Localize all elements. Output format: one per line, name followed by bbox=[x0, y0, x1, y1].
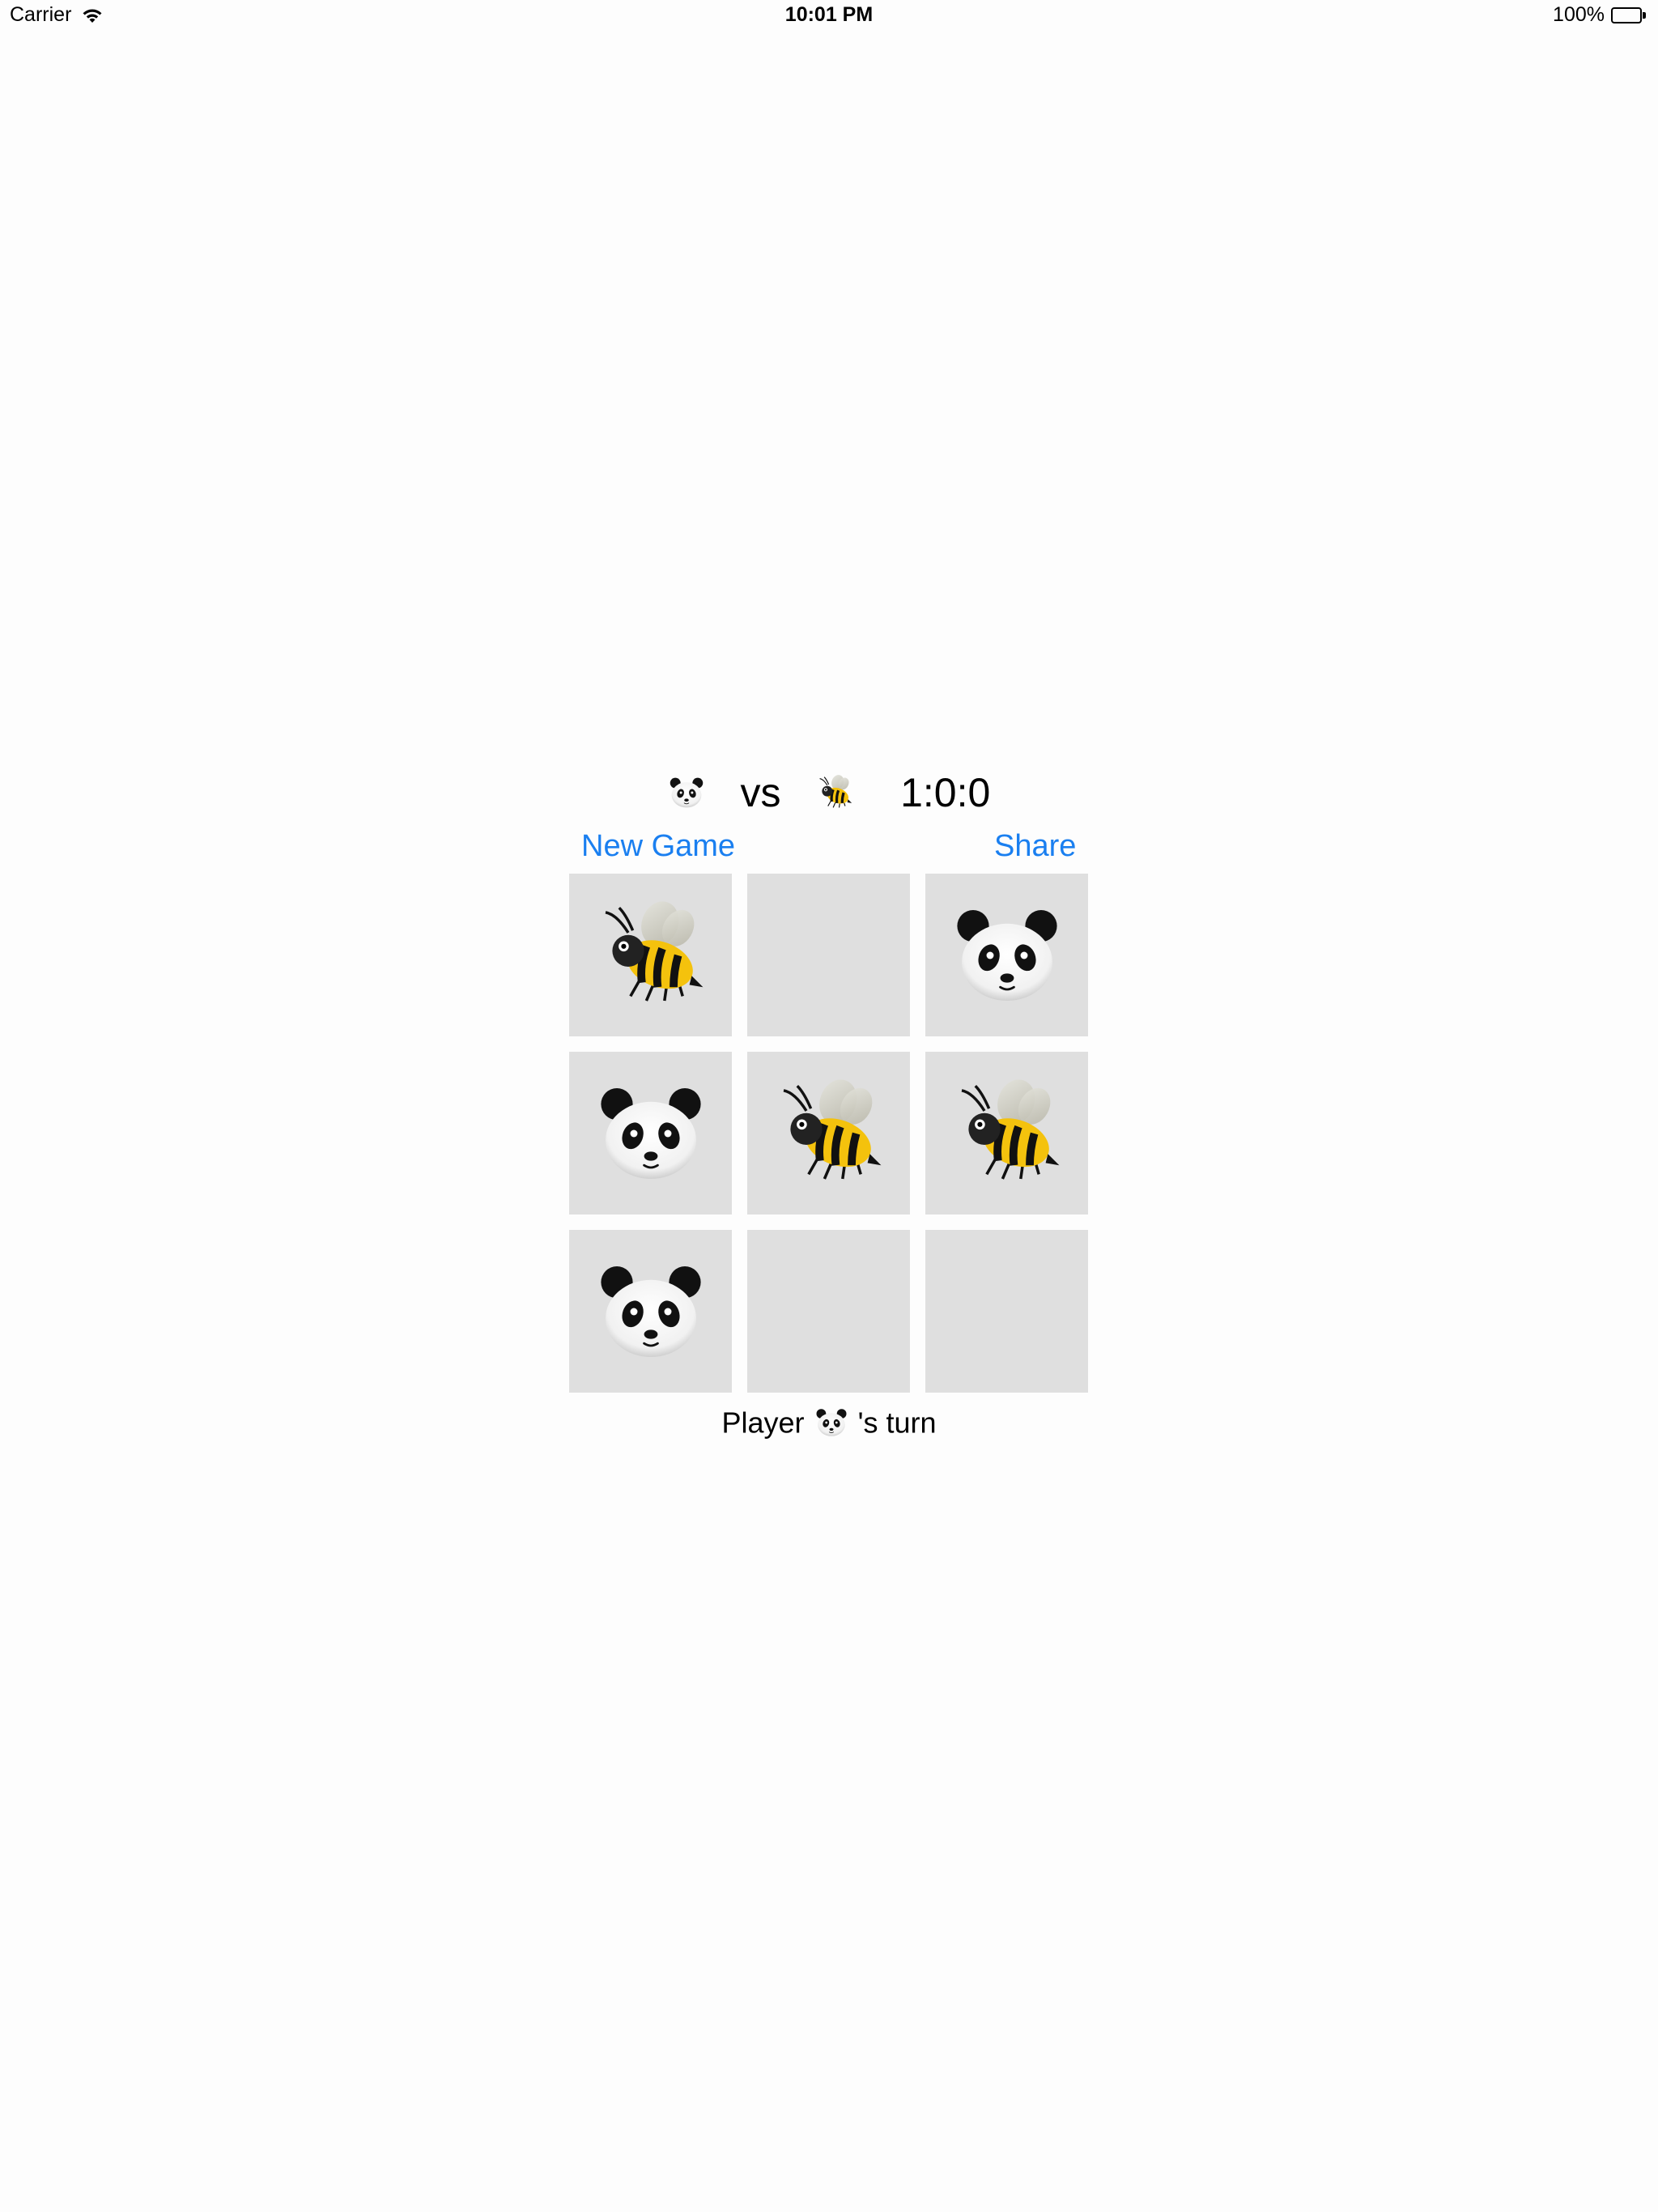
bee-icon bbox=[594, 899, 708, 1012]
turn-indicator: Player 's turn bbox=[0, 1401, 1658, 1441]
bee-icon bbox=[772, 1077, 886, 1190]
board-cell-2-0[interactable] bbox=[569, 1230, 732, 1393]
vs-label: vs bbox=[740, 769, 781, 815]
board-cell-0-0[interactable] bbox=[569, 874, 732, 1036]
status-bar: Carrier 10:01 PM 100% bbox=[0, 0, 1658, 32]
board-cell-2-1[interactable] bbox=[747, 1230, 910, 1393]
game-board bbox=[569, 874, 1088, 1393]
score-line: vs 1:0:0 bbox=[0, 761, 1658, 818]
battery-percentage: 100% bbox=[1553, 3, 1605, 26]
board-cell-1-0[interactable] bbox=[569, 1052, 732, 1214]
score-tally: 1:0:0 bbox=[900, 769, 991, 815]
status-bar-right: 100% bbox=[1553, 3, 1647, 27]
board-cell-1-1[interactable] bbox=[747, 1052, 910, 1214]
board-cell-0-2[interactable] bbox=[925, 874, 1088, 1036]
board-cell-1-2[interactable] bbox=[925, 1052, 1088, 1214]
bee-icon bbox=[950, 1077, 1064, 1190]
bee-icon bbox=[816, 774, 853, 811]
new-game-button[interactable]: New Game bbox=[581, 826, 735, 866]
share-button[interactable]: Share bbox=[994, 826, 1076, 866]
panda-icon bbox=[594, 1255, 708, 1368]
battery-icon bbox=[1611, 6, 1647, 23]
panda-icon bbox=[594, 1077, 708, 1190]
turn-prefix: Player bbox=[721, 1406, 805, 1440]
board-cell-0-1[interactable] bbox=[747, 874, 910, 1036]
turn-suffix: 's turn bbox=[857, 1406, 937, 1440]
panda-icon bbox=[814, 1406, 848, 1440]
board-cell-2-2[interactable] bbox=[925, 1230, 1088, 1393]
panda-icon bbox=[950, 899, 1064, 1012]
panda-icon bbox=[668, 774, 705, 811]
status-bar-time: 10:01 PM bbox=[784, 3, 874, 26]
